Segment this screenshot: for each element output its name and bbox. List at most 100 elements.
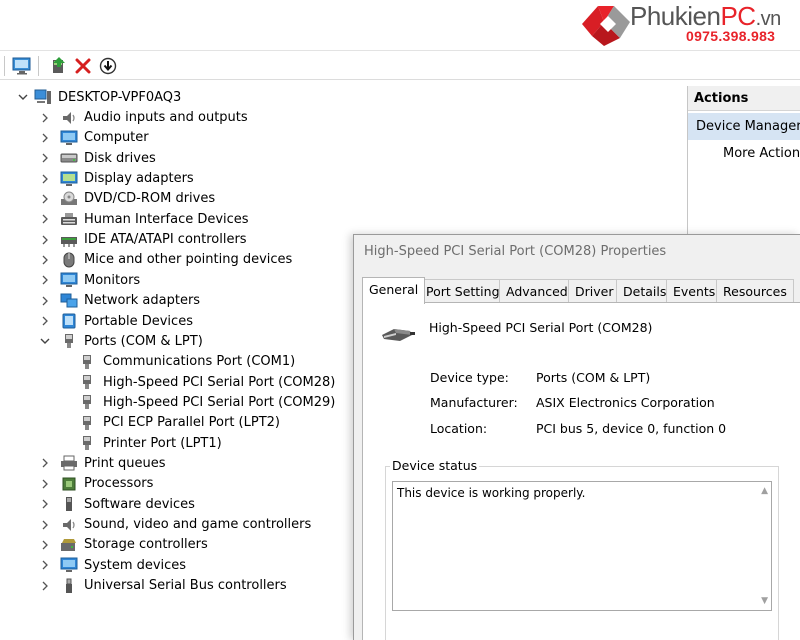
port-icon bbox=[78, 415, 96, 431]
tree-item-label: Print queues bbox=[84, 455, 166, 471]
tree-item-label: Monitors bbox=[84, 272, 141, 288]
tree-child-item[interactable]: Communications Port (COM1) bbox=[78, 352, 295, 372]
update-driver-icon bbox=[53, 57, 65, 73]
tree-item[interactable]: Network adapters bbox=[38, 291, 200, 311]
tree-item-label: Human Interface Devices bbox=[84, 211, 249, 227]
tree-item[interactable]: Storage controllers bbox=[38, 535, 208, 555]
chevron-right-icon[interactable] bbox=[38, 456, 52, 470]
tree-item-label: Display adapters bbox=[84, 171, 194, 187]
scroll-up-icon[interactable]: ▲ bbox=[761, 486, 768, 496]
tree-item[interactable]: Audio inputs and outputs bbox=[38, 108, 248, 128]
tab-details[interactable]: Details bbox=[616, 279, 674, 303]
device-status-text: This device is working properly. bbox=[397, 486, 586, 500]
port-icon bbox=[78, 374, 96, 390]
portable-icon bbox=[60, 313, 78, 329]
dvd-icon bbox=[60, 191, 78, 207]
properties-dialog: High-Speed PCI Serial Port (COM28) Prope… bbox=[353, 234, 800, 640]
tree-item[interactable]: DVD/CD-ROM drives bbox=[38, 189, 215, 209]
actions-header: Actions bbox=[688, 86, 800, 111]
tab-resources[interactable]: Resources bbox=[716, 279, 794, 303]
tree-child-label: Communications Port (COM1) bbox=[103, 354, 296, 370]
tab-general[interactable]: General bbox=[362, 277, 426, 304]
device-type-value: Ports (COM & LPT) bbox=[536, 370, 651, 385]
tree-item-label: Ports (COM & LPT) bbox=[84, 333, 203, 349]
actions-device-manager[interactable]: Device Manager bbox=[688, 113, 800, 140]
scroll-down-icon[interactable]: ▼ bbox=[761, 596, 768, 606]
tree-root-label: DESKTOP-VPF0AQ3 bbox=[58, 89, 182, 105]
tree-item-label: Processors bbox=[84, 476, 154, 492]
tree-child-item[interactable]: High-Speed PCI Serial Port (COM29) bbox=[78, 392, 335, 412]
chevron-right-icon[interactable] bbox=[38, 131, 52, 145]
tree-item[interactable]: Computer bbox=[38, 128, 149, 148]
mouse-icon bbox=[60, 252, 78, 268]
chevron-right-icon[interactable] bbox=[38, 233, 52, 247]
tree-item[interactable]: Display adapters bbox=[38, 169, 194, 189]
storage-icon bbox=[60, 537, 78, 553]
manufacturer-value: ASIX Electronics Corporation bbox=[536, 395, 715, 410]
tree-item[interactable]: Sound, video and game controllers bbox=[38, 515, 311, 535]
tree-child-item[interactable]: High-Speed PCI Serial Port (COM28) bbox=[78, 372, 335, 392]
general-tab-panel: High-Speed PCI Serial Port (COM28) Devic… bbox=[362, 302, 800, 640]
display-adapter-icon bbox=[60, 171, 78, 187]
tree-child-item[interactable]: PCI ECP Parallel Port (LPT2) bbox=[78, 413, 280, 433]
tab-advanced[interactable]: Advanced bbox=[499, 279, 575, 303]
tree-item[interactable]: Mice and other pointing devices bbox=[38, 250, 292, 270]
chevron-right-icon[interactable] bbox=[38, 314, 52, 328]
chevron-right-icon[interactable] bbox=[38, 192, 52, 206]
tree-item[interactable]: Print queues bbox=[38, 453, 166, 473]
tree-item[interactable]: System devices bbox=[38, 555, 186, 575]
toolbar-separator bbox=[4, 56, 5, 76]
uninstall-device-button[interactable] bbox=[72, 55, 94, 77]
chevron-right-icon[interactable] bbox=[38, 111, 52, 125]
chevron-right-icon[interactable] bbox=[38, 253, 52, 267]
software-icon bbox=[60, 496, 78, 512]
chevron-right-icon[interactable] bbox=[38, 579, 52, 593]
chevron-right-icon[interactable] bbox=[38, 477, 52, 491]
tree-item[interactable]: Portable Devices bbox=[38, 311, 193, 331]
tree-child-label: High-Speed PCI Serial Port (COM28) bbox=[103, 374, 336, 390]
port-icon bbox=[78, 354, 96, 370]
chevron-down-icon[interactable] bbox=[38, 334, 52, 348]
tree-root[interactable]: DESKTOP-VPF0AQ3 bbox=[16, 87, 181, 107]
tree-child-label: Printer Port (LPT1) bbox=[103, 435, 222, 451]
tree-item[interactable]: Universal Serial Bus controllers bbox=[38, 576, 287, 596]
tree-item[interactable]: Software devices bbox=[38, 494, 195, 514]
top-band: PhukienPC.vn 0975.398.983 bbox=[0, 0, 800, 51]
tree-item-label: Network adapters bbox=[84, 293, 201, 309]
chevron-right-icon[interactable] bbox=[38, 538, 52, 552]
chevron-right-icon[interactable] bbox=[38, 518, 52, 532]
monitor-icon bbox=[60, 272, 78, 288]
tree-item[interactable]: IDE ATA/ATAPI controllers bbox=[38, 230, 247, 250]
tree-item-label: Audio inputs and outputs bbox=[84, 110, 248, 125]
tree-child-item[interactable]: Printer Port (LPT1) bbox=[78, 433, 222, 453]
more-actions-link[interactable]: More Actions bbox=[688, 140, 800, 166]
tree-item[interactable]: Ports (COM & LPT) bbox=[38, 331, 203, 351]
chevron-right-icon[interactable] bbox=[38, 151, 52, 165]
tree-item[interactable]: Human Interface Devices bbox=[38, 209, 249, 229]
chevron-right-icon[interactable] bbox=[38, 558, 52, 572]
device-status-label: Device status bbox=[390, 458, 480, 473]
tree-child-label: PCI ECP Parallel Port (LPT2) bbox=[103, 415, 280, 431]
scan-hardware-button[interactable] bbox=[11, 55, 33, 77]
device-status-textbox[interactable]: This device is working properly. ▲ ▼ bbox=[392, 481, 772, 611]
chevron-right-icon[interactable] bbox=[38, 294, 52, 308]
chevron-right-icon[interactable] bbox=[38, 497, 52, 511]
hid-icon bbox=[60, 211, 78, 227]
tree-item[interactable]: Disk drives bbox=[38, 148, 156, 168]
tab-driver[interactable]: Driver bbox=[568, 279, 621, 303]
location-label: Location: bbox=[430, 421, 488, 436]
chevron-right-icon[interactable] bbox=[38, 172, 52, 186]
status-scrollbar[interactable]: ▲ ▼ bbox=[754, 482, 771, 610]
tree-item-label: Disk drives bbox=[84, 150, 156, 166]
device-name: High-Speed PCI Serial Port (COM28) bbox=[429, 320, 653, 335]
usb-icon bbox=[60, 578, 78, 594]
chevron-down-icon[interactable] bbox=[16, 90, 30, 104]
tree-item[interactable]: Monitors bbox=[38, 270, 140, 290]
disk-icon bbox=[60, 150, 78, 166]
chevron-right-icon[interactable] bbox=[38, 273, 52, 287]
disable-device-button[interactable] bbox=[97, 55, 119, 77]
update-driver-button[interactable] bbox=[48, 55, 70, 77]
tree-item[interactable]: Processors bbox=[38, 474, 153, 494]
tab-events[interactable]: Events bbox=[666, 279, 723, 303]
chevron-right-icon[interactable] bbox=[38, 212, 52, 226]
